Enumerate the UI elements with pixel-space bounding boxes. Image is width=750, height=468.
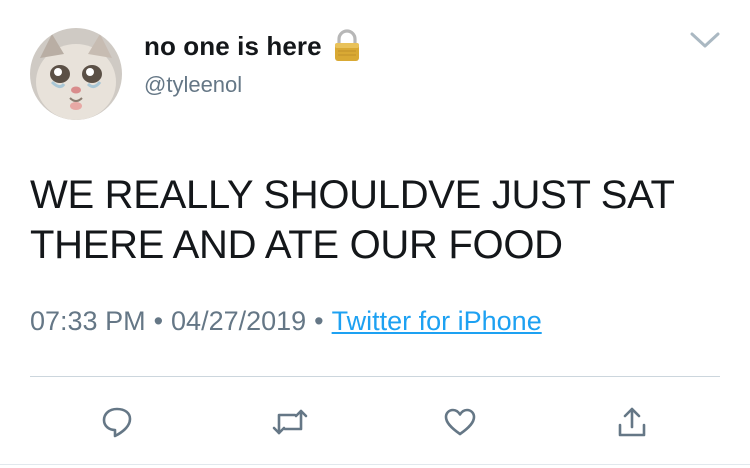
meta-separator: • bbox=[314, 306, 324, 336]
meta-separator: • bbox=[153, 306, 164, 336]
crying-cat-avatar-icon bbox=[30, 28, 122, 120]
tweet-actions bbox=[0, 402, 750, 442]
avatar[interactable] bbox=[30, 28, 122, 120]
bottom-divider bbox=[0, 464, 750, 465]
like-button[interactable] bbox=[440, 402, 480, 442]
reply-icon bbox=[101, 405, 133, 439]
tweet-detail: no one is here @tyleenol WE REALLY SHOUL… bbox=[0, 0, 750, 468]
user-handle[interactable]: @tyleenol bbox=[144, 72, 242, 98]
retweet-icon bbox=[271, 407, 309, 437]
tweet-source-link[interactable]: Twitter for iPhone bbox=[332, 306, 542, 336]
retweet-button[interactable] bbox=[270, 402, 310, 442]
divider bbox=[30, 376, 720, 377]
share-button[interactable] bbox=[612, 402, 652, 442]
tweet-text: WE REALLY SHOULDVE JUST SAT THERE AND AT… bbox=[30, 173, 674, 267]
tweet-meta: 07:33 PM • 04/27/2019 • Twitter for iPhone bbox=[30, 306, 542, 337]
display-name[interactable]: no one is here bbox=[144, 31, 322, 62]
lock-icon bbox=[332, 29, 362, 63]
reply-button[interactable] bbox=[97, 402, 137, 442]
share-icon bbox=[616, 405, 648, 439]
display-name-row: no one is here bbox=[144, 28, 362, 64]
like-icon bbox=[443, 407, 477, 437]
tweet-date: 04/27/2019 bbox=[171, 306, 307, 336]
chevron-down-icon[interactable] bbox=[688, 30, 722, 50]
tweet-time: 07:33 PM bbox=[30, 306, 146, 336]
